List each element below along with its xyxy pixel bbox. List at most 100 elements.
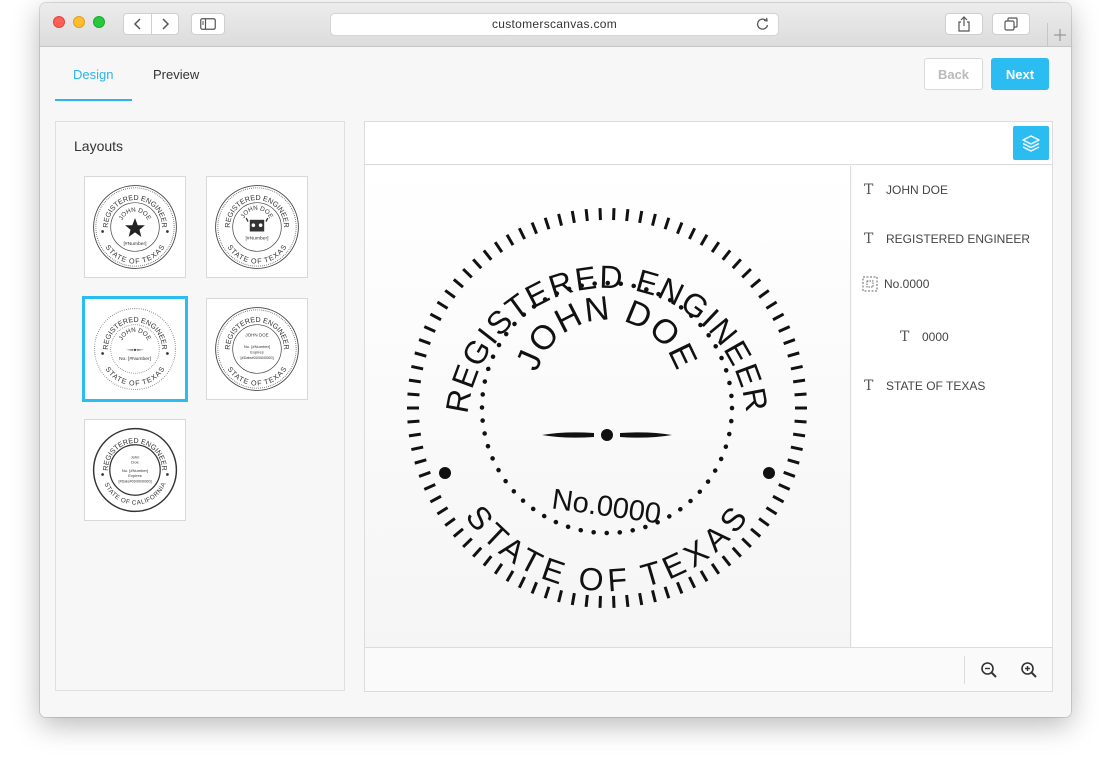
seal-tick	[787, 458, 800, 465]
seal-number-text[interactable]: No.0000	[550, 483, 663, 530]
seal-tick	[792, 432, 806, 438]
seal-tick	[557, 590, 563, 603]
show-tabs-button[interactable]	[992, 13, 1030, 35]
seal-tick	[517, 227, 526, 240]
seal-tick	[699, 570, 709, 582]
seal-tick	[790, 364, 803, 371]
sidebar-toggle-button[interactable]	[191, 13, 225, 35]
layer-label: No.0000	[884, 277, 930, 291]
seal-tick	[699, 234, 709, 246]
layer-label: 0000	[922, 330, 949, 344]
seal-tick	[783, 338, 796, 346]
seal-tick	[676, 222, 684, 235]
thumb-expires-text: Expires	[128, 473, 141, 478]
emblem-icon	[245, 217, 269, 232]
seal-tick	[472, 258, 483, 270]
text-icon: T	[864, 378, 874, 394]
design-stage[interactable]: REGISTERED ENGINEER STATE OF TEXAS JOHN …	[365, 166, 851, 648]
seal-tick	[411, 364, 424, 371]
seal-tick	[429, 312, 442, 322]
seal-top-text[interactable]: REGISTERED ENGINEER	[439, 259, 776, 416]
seal-tick	[721, 249, 732, 261]
seal-tick	[676, 581, 684, 594]
new-tab-button[interactable]	[1047, 23, 1071, 47]
seal-tick	[710, 563, 721, 575]
zoom-in-icon	[1021, 662, 1037, 678]
thumb-last-name-text: Doe	[131, 460, 139, 465]
seal-tick	[772, 494, 785, 504]
plus-icon	[1053, 29, 1066, 41]
seal-tick	[530, 222, 538, 235]
layer-label: JOHN DOE	[886, 183, 949, 197]
seal-tick	[778, 325, 791, 333]
seal-tick	[731, 546, 742, 558]
seal-tick	[688, 576, 697, 589]
svg-text:STATE OF TEXAS: STATE OF TEXAS	[104, 365, 166, 388]
seal-tick	[482, 249, 493, 261]
seal-tick	[651, 213, 657, 226]
seal-tick	[772, 312, 785, 322]
zoom-window-button[interactable]	[93, 16, 105, 28]
seal-tick	[750, 278, 762, 289]
layout-thumbnail-selected[interactable]: REGISTERED ENGINEER STATE OF TEXAS JOHN …	[82, 296, 188, 402]
seal-tick	[750, 527, 762, 538]
back-nav-button[interactable]	[124, 14, 151, 34]
seal-tick	[731, 258, 742, 270]
zoom-in-button[interactable]	[1018, 659, 1040, 681]
thumb-expires-text: Expires	[250, 350, 263, 355]
seal-tick	[584, 208, 589, 222]
thumb-bottom-text: STATE OF TEXAS	[104, 365, 166, 388]
zoom-divider	[964, 656, 965, 684]
layer-item-state[interactable]: T STATE OF TEXAS	[864, 378, 985, 394]
layout-thumbnail-emblem[interactable]: REGISTERED ENGINEER STATE OF TEXAS JOHN …	[206, 176, 308, 278]
title-bar: customerscanvas.com	[40, 3, 1071, 47]
minimize-window-button[interactable]	[73, 16, 85, 28]
layer-item-title[interactable]: T REGISTERED ENGINEER	[864, 231, 1030, 247]
address-bar[interactable]: customerscanvas.com	[330, 13, 779, 36]
star-icon	[125, 218, 145, 237]
seal-tick	[444, 517, 456, 527]
layouts-panel: Layouts REGISTERED ENGINEER STATE OF TEX…	[55, 121, 345, 691]
seal-preview[interactable]: REGISTERED ENGINEER STATE OF TEXAS JOHN …	[397, 198, 817, 618]
layout-thumbnail-expires[interactable]: REGISTERED ENGINEER STATE OF TEXAS JOHN …	[206, 298, 308, 400]
reload-icon[interactable]	[756, 17, 770, 31]
thumb-number-text: [#Number]	[245, 236, 269, 242]
seal-tick	[570, 210, 576, 224]
seal-tick	[710, 241, 721, 253]
thumb-name-text: JOHN DOE	[240, 205, 274, 220]
seal-thumbnail: REGISTERED ENGINEER STATE OF TEXAS JOHN …	[215, 185, 299, 269]
seal-tick	[462, 267, 473, 279]
zoom-out-button[interactable]	[978, 659, 1000, 681]
layers-icon	[1022, 135, 1040, 152]
zoom-out-icon	[981, 662, 997, 678]
browser-window: customerscanvas.com Design Preview Back …	[40, 3, 1071, 717]
svg-text:JOHN DOE: JOHN DOE	[118, 327, 152, 342]
seal-tick	[411, 445, 424, 452]
share-button[interactable]	[945, 13, 983, 35]
tab-preview[interactable]: Preview	[153, 67, 199, 82]
svg-text:REGISTERED ENGINEER: REGISTERED ENGINEER	[439, 259, 776, 416]
seal-tick	[778, 483, 791, 491]
seal-tick	[482, 555, 493, 567]
close-window-button[interactable]	[53, 16, 65, 28]
seal-thumbnail: REGISTERED ENGINEER STATE OF TEXAS JOHN …	[93, 185, 177, 269]
seal-tick	[408, 378, 422, 384]
seal-tick	[758, 289, 770, 299]
seal-tick	[444, 289, 456, 299]
layout-thumbnail-california[interactable]: REGISTERED ENGINEER STATE OF CALIFORNIA …	[84, 419, 186, 521]
thumb-number-text: [#Number]	[123, 241, 147, 247]
thumb-number-text: No. [#Number]	[244, 344, 270, 349]
tab-design[interactable]: Design	[73, 67, 113, 82]
layer-item-number[interactable]: T 0000	[900, 329, 949, 345]
seal-tick	[429, 494, 442, 504]
layer-item-name[interactable]: T JOHN DOE	[864, 182, 948, 198]
seal-tick	[794, 419, 807, 424]
seal-tick	[423, 483, 436, 491]
seal-tick	[452, 527, 464, 538]
back-button[interactable]: Back	[924, 58, 983, 90]
layer-item-number-group[interactable]: No.0000	[862, 276, 929, 292]
layout-thumbnail-star[interactable]: REGISTERED ENGINEER STATE OF TEXAS JOHN …	[84, 176, 186, 278]
layers-button[interactable]	[1013, 126, 1049, 160]
next-button[interactable]: Next	[991, 58, 1049, 90]
forward-nav-button[interactable]	[151, 14, 178, 34]
